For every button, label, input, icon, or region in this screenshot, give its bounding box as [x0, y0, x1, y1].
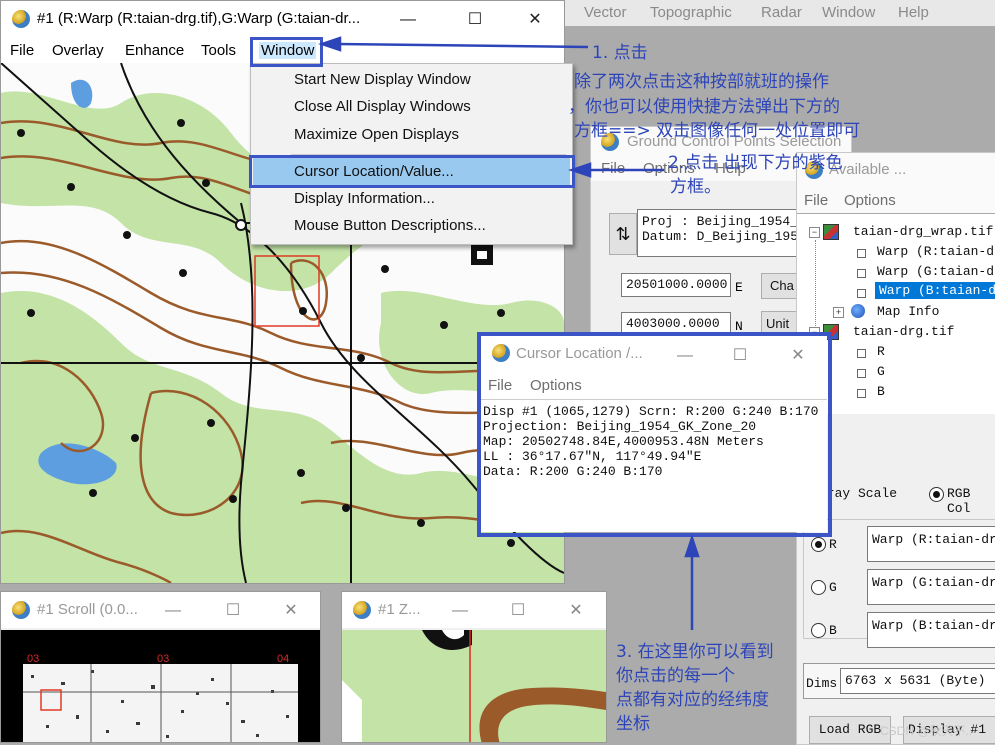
annotation-step3b: 你点击的每一个 — [616, 666, 735, 686]
annotation-note-line3: 方框==> 双击图像任何一处位置即可 — [574, 121, 861, 141]
annotation-step3a: 3. 在这里你可以看到 — [616, 642, 774, 662]
annotation-step2a: 2.点击 出现下方的紫色 — [668, 153, 843, 173]
watermark: CSDN @秋天不.. — [880, 724, 973, 738]
annotation-step3c: 点都有对应的经纬度 — [616, 690, 769, 710]
annotation-arrows — [318, 36, 700, 630]
annotation-step2b: 方框。 — [670, 177, 721, 197]
annotation-note-line1: 除了两次点击这种按部就班的操作 — [574, 72, 829, 92]
annotation-step3d: 坐标 — [616, 714, 650, 734]
annotation-note-line2: ，你也可以使用快捷方法弹出下方的 — [568, 97, 840, 117]
annotation-step1: 1. 点击 — [592, 43, 648, 63]
